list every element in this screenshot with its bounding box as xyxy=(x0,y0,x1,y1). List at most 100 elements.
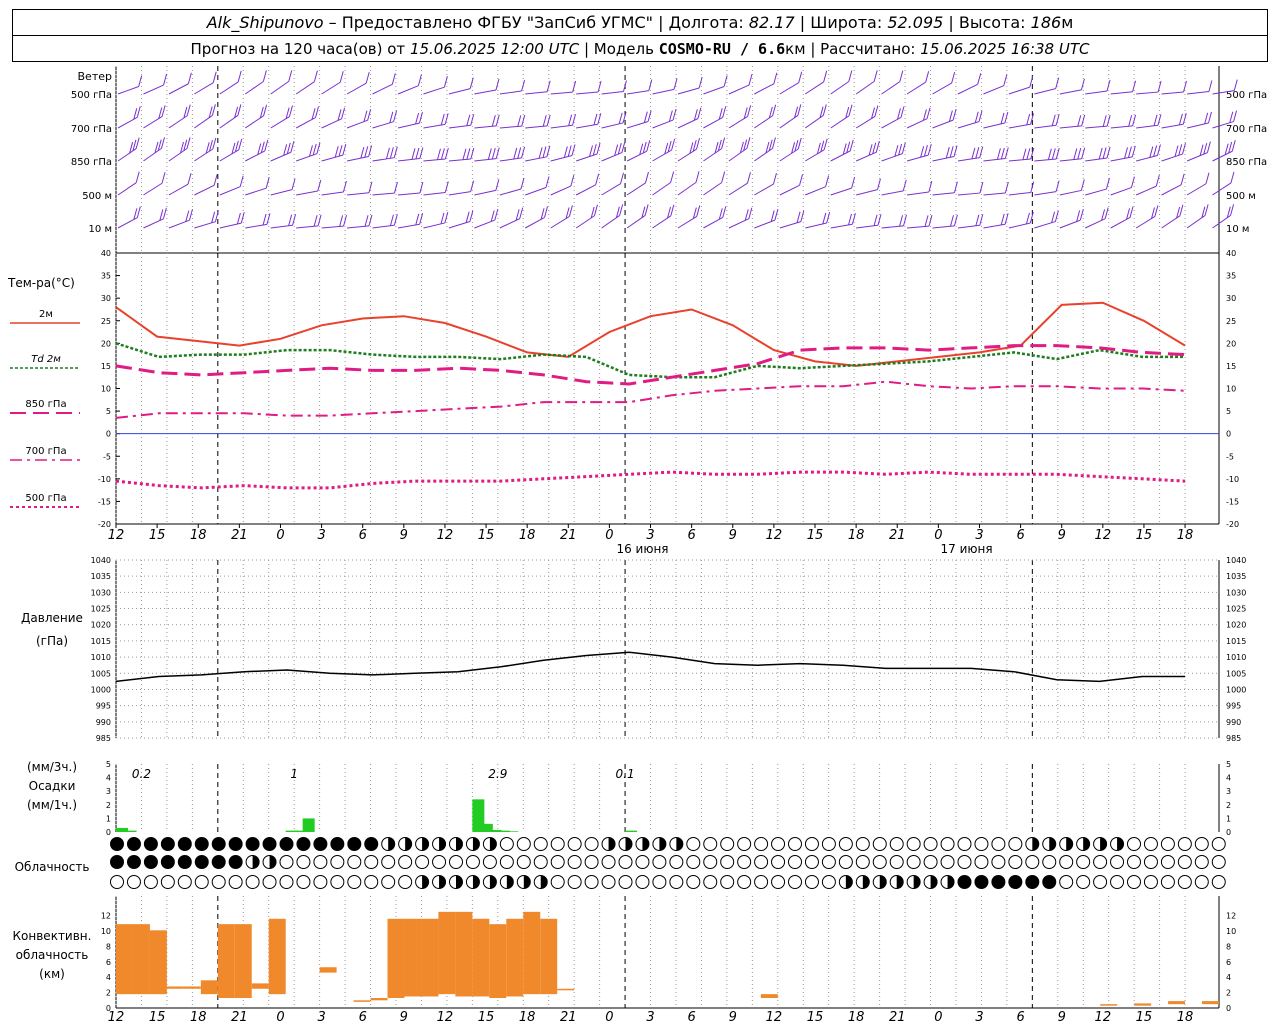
wind-barb-shaft xyxy=(983,122,1005,129)
wind-barb-feather xyxy=(135,137,140,149)
wind-barb-shaft xyxy=(830,223,853,229)
wind-barb-feather xyxy=(848,213,852,226)
cloud-symbol xyxy=(720,855,735,869)
wind-barb-feather xyxy=(1081,147,1086,159)
wind-barb-shaft xyxy=(525,187,547,196)
wind-barb-feather xyxy=(797,104,802,116)
x-tick-label-temp: 3 xyxy=(317,528,325,543)
wind-barb-shaft xyxy=(754,83,775,95)
cloud-symbol xyxy=(330,875,345,889)
wind-barb-feather xyxy=(186,104,191,116)
wind-barb-feather xyxy=(800,210,805,222)
convective-ytick-right: 4 xyxy=(1226,973,1231,982)
wind-barb-feather xyxy=(546,114,551,126)
cloud-symbol xyxy=(110,875,124,889)
wind-barb-feather xyxy=(462,148,467,160)
cloud-symbol xyxy=(771,855,786,869)
wind-barb-shaft xyxy=(270,224,293,229)
wind-barb-feather xyxy=(848,70,853,82)
wind-barb-feather xyxy=(1206,141,1211,153)
x-tick-label-conv: 3 xyxy=(975,1010,983,1024)
cloud-symbol xyxy=(618,855,633,869)
wind-barb-feather xyxy=(1000,213,1005,226)
wind-level-label-right: 10 м xyxy=(1226,224,1249,235)
x-tick-label-temp: 6 xyxy=(1016,528,1024,543)
wind-barb-feather xyxy=(237,70,242,83)
wind-barb-shaft xyxy=(347,225,370,229)
wind-level-label-left: 10 м xyxy=(89,224,112,235)
x-tick-label-conv: 12 xyxy=(437,1010,454,1024)
wind-barb-shaft xyxy=(423,86,445,95)
temp-series-3 xyxy=(115,380,1186,419)
wind-barb-shaft xyxy=(372,121,394,129)
wind-barb-shaft xyxy=(601,90,624,95)
cloud-fill-overcast xyxy=(958,875,971,889)
pressure-ytick-right: 990 xyxy=(1226,718,1241,727)
wind-barb-feather xyxy=(953,181,958,193)
wind-barb-shaft xyxy=(1034,191,1057,196)
wind-barb-shaft xyxy=(957,83,978,95)
wind-barb-feather xyxy=(644,204,649,216)
wind-barb-feather xyxy=(568,205,573,217)
wind-barb-feather xyxy=(521,114,526,127)
convective-unit: (км) xyxy=(39,967,65,981)
wind-barb-shaft xyxy=(830,81,850,95)
wind-barb-feather xyxy=(1029,211,1034,224)
cloud-symbol xyxy=(1160,855,1175,869)
wind-barb-feather xyxy=(393,110,398,122)
cloud-title: Облачность xyxy=(15,860,90,874)
cloud-fill-overcast xyxy=(313,837,327,851)
cloud-symbol xyxy=(533,855,548,869)
wind-barb-feather xyxy=(1051,211,1056,223)
convective-bar xyxy=(234,924,252,998)
temp-ytick-right: -20 xyxy=(1226,520,1239,529)
wind-barb-feather xyxy=(288,70,293,82)
wind-barb-feather xyxy=(443,76,448,88)
cloud-symbol xyxy=(974,855,989,869)
temp-ytick-right: 0 xyxy=(1226,430,1231,439)
wind-barb-feather xyxy=(1131,145,1136,157)
wind-barb-feather xyxy=(315,106,320,118)
cloud-symbol xyxy=(381,855,396,869)
cloud-symbol xyxy=(313,855,328,869)
wind-barb-shaft xyxy=(957,224,980,229)
wind-barb-shaft xyxy=(244,81,264,95)
wind-barb-feather xyxy=(877,214,882,226)
x-tick-label-temp: 15 xyxy=(1136,528,1153,543)
wind-barb-feather xyxy=(1129,206,1134,218)
precip-ytick-left: 1 xyxy=(106,814,111,823)
wind-barb-feather xyxy=(440,212,445,224)
cloud-fill-overcast xyxy=(229,837,243,851)
wind-barb-feather xyxy=(826,211,831,224)
wind-barb-feather xyxy=(317,179,322,192)
wind-barb-feather xyxy=(949,215,954,227)
x-tick-label-conv: 3 xyxy=(646,1010,654,1024)
wind-barb-shaft xyxy=(168,219,190,229)
cloud-fill-half xyxy=(913,875,921,889)
wind-barb-feather xyxy=(568,114,573,126)
wind-barb-feather xyxy=(1132,114,1137,126)
cloud-fill-overcast xyxy=(127,855,141,869)
wind-barb-feather xyxy=(671,138,676,151)
wind-barb-feather xyxy=(290,141,295,153)
wind-barb-shaft xyxy=(1008,86,1030,95)
cloud-fill-half xyxy=(422,875,429,889)
wind-barb-shaft xyxy=(1034,124,1057,129)
cloud-fill-half xyxy=(930,875,938,889)
wind-barb-feather xyxy=(1233,110,1238,122)
cloud-fill-half xyxy=(422,837,429,851)
wind-barb-feather xyxy=(622,80,627,92)
cloud-symbol xyxy=(754,855,769,869)
wind-barb-feather xyxy=(368,214,373,226)
wind-barb-shaft xyxy=(499,157,522,162)
cloud-symbol xyxy=(584,875,599,889)
wind-barb-feather xyxy=(746,137,751,149)
precip-total-label: 1 xyxy=(290,767,298,781)
wind-barb-feather xyxy=(1081,114,1086,127)
convective-bar xyxy=(1202,1001,1219,1005)
convective-bar xyxy=(183,986,201,989)
wind-barb-feather xyxy=(1102,115,1107,127)
cloud-fill-half xyxy=(947,875,955,889)
cloud-symbol xyxy=(838,855,853,869)
precip-ytick-left: 3 xyxy=(106,787,111,796)
